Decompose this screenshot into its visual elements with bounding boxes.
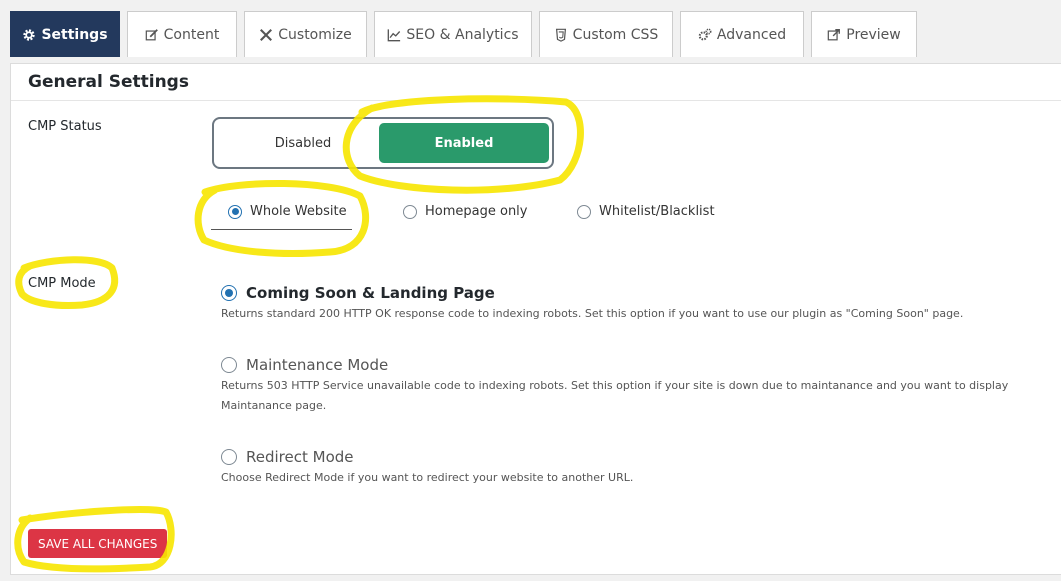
gear-icon: [22, 28, 36, 42]
mode-maintenance: Maintenance Mode Returns 503 HTTP Servic…: [221, 356, 1041, 416]
cmp-mode-label: CMP Mode: [28, 276, 96, 291]
cmp-status-toggle: Disabled Enabled: [212, 117, 554, 169]
radio-button[interactable]: [221, 357, 237, 373]
scope-label: Whole Website: [250, 204, 347, 219]
scope-homepage-only[interactable]: Homepage only: [403, 204, 528, 219]
mode-title: Maintenance Mode: [246, 356, 389, 374]
mode-title: Coming Soon & Landing Page: [246, 284, 495, 302]
scope-underline: [211, 229, 352, 230]
tab-content[interactable]: Content: [127, 11, 237, 57]
tab-preview[interactable]: Preview: [811, 11, 917, 57]
tab-label: Content: [163, 26, 220, 43]
tools-icon: [259, 28, 273, 42]
settings-panel: General Settings CMP Status Disabled Ena…: [10, 63, 1061, 575]
panel-header: General Settings: [11, 64, 1061, 101]
tab-label: Customize: [278, 26, 352, 43]
mode-option[interactable]: Maintenance Mode: [221, 356, 1041, 374]
chart-icon: [387, 28, 401, 42]
radio-button[interactable]: [221, 285, 237, 301]
external-link-icon: [827, 28, 841, 42]
scope-whitelist-blacklist[interactable]: Whitelist/Blacklist: [577, 204, 715, 219]
mode-coming-soon: Coming Soon & Landing Page Returns stand…: [221, 284, 1041, 324]
tab-bar: Settings Content Customize SEO & Analyti…: [10, 11, 917, 57]
tab-label: Settings: [41, 26, 108, 43]
tab-label: Advanced: [716, 26, 787, 43]
mode-description: Choose Redirect Mode if you want to redi…: [221, 471, 634, 484]
save-all-changes-button[interactable]: SAVE ALL CHANGES: [28, 529, 168, 558]
tab-custom-css[interactable]: Custom CSS: [539, 11, 673, 57]
tab-label: Preview: [846, 26, 901, 43]
toggle-disabled-option[interactable]: Disabled: [218, 123, 388, 163]
scope-whole-website[interactable]: Whole Website: [228, 204, 347, 219]
toggle-enabled-option[interactable]: Enabled: [379, 123, 549, 163]
edit-icon: [145, 28, 159, 42]
mode-description: Returns standard 200 HTTP OK response co…: [221, 307, 964, 320]
mode-description: Returns 503 HTTP Service unavailable cod…: [221, 379, 1009, 412]
tab-label: SEO & Analytics: [406, 26, 519, 43]
radio-button[interactable]: [577, 204, 591, 219]
tab-advanced[interactable]: Advanced: [680, 11, 804, 57]
tab-seo-analytics[interactable]: SEO & Analytics: [374, 11, 532, 57]
mode-option[interactable]: Redirect Mode: [221, 448, 1041, 466]
scope-label: Homepage only: [425, 204, 528, 219]
panel-title: General Settings: [28, 72, 189, 92]
radio-button[interactable]: [403, 204, 417, 219]
mode-title: Redirect Mode: [246, 448, 354, 466]
tab-settings[interactable]: Settings: [10, 11, 120, 57]
gears-icon: [698, 28, 712, 42]
tab-customize[interactable]: Customize: [244, 11, 367, 57]
css3-icon: [554, 28, 568, 42]
mode-redirect: Redirect Mode Choose Redirect Mode if yo…: [221, 448, 1041, 488]
mode-option[interactable]: Coming Soon & Landing Page: [221, 284, 1041, 302]
tab-label: Custom CSS: [572, 26, 659, 43]
radio-button[interactable]: [221, 449, 237, 465]
cmp-status-label: CMP Status: [28, 119, 102, 134]
scope-label: Whitelist/Blacklist: [599, 204, 715, 219]
radio-button[interactable]: [228, 204, 242, 219]
